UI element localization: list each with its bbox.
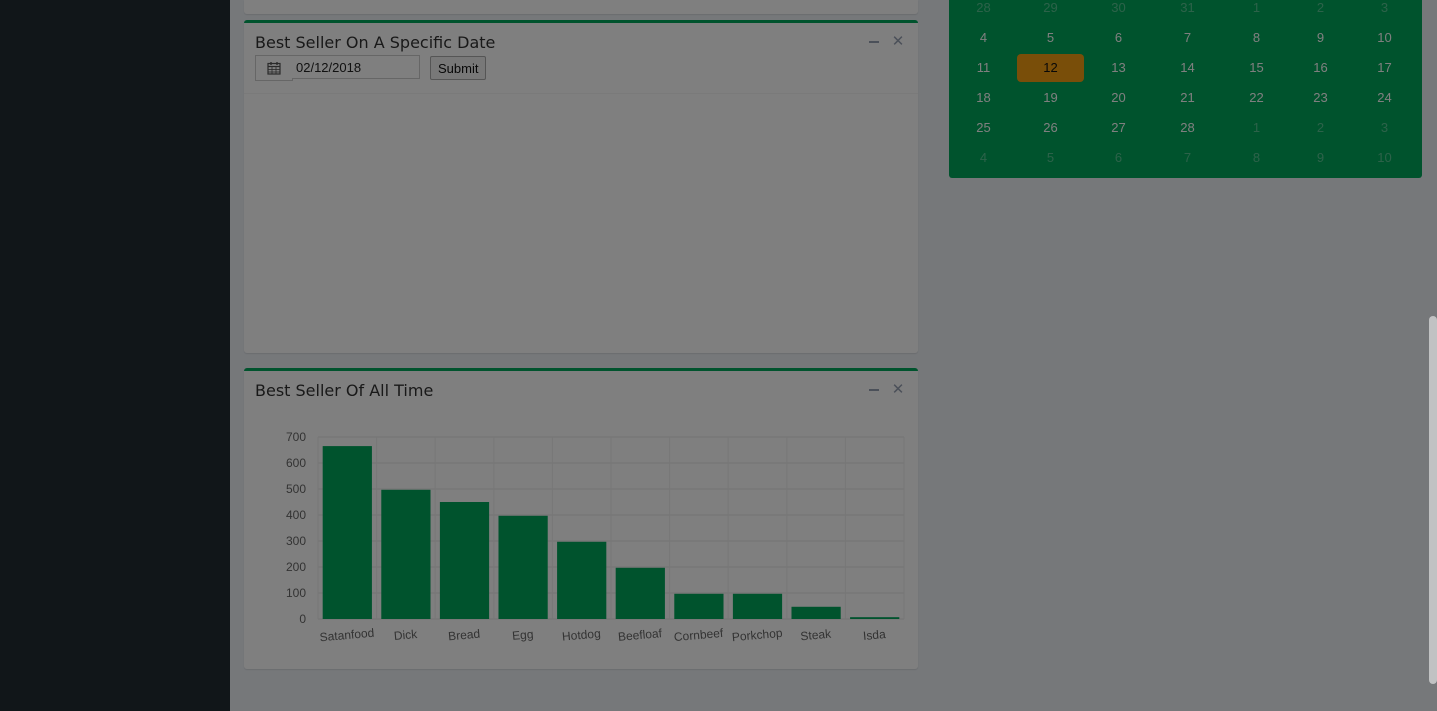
calendar-day[interactable]: 20 [1085, 84, 1152, 112]
bar [439, 502, 490, 619]
calendar-widget: 28 29 30 31 1 2 3 4 5 6 7 8 9 10 11 12 13 14 15 16 17 18 19 20 2… [949, 0, 1422, 178]
x-tick-label: Dick [393, 627, 418, 643]
y-tick-label: 200 [286, 560, 306, 574]
calendar-day[interactable]: 3 [1351, 0, 1418, 22]
x-tick-label: Isda [862, 627, 886, 643]
calendar-day[interactable]: 2 [1287, 0, 1354, 22]
divider [244, 93, 918, 94]
date-input[interactable] [292, 55, 420, 79]
bar [498, 515, 548, 619]
top-box-edge [244, 0, 918, 14]
calendar-icon[interactable] [255, 55, 293, 81]
x-tick-label: Egg [512, 627, 534, 643]
scrollbar-thumb[interactable] [1429, 316, 1437, 684]
calendar-day[interactable]: 23 [1287, 84, 1354, 112]
y-tick-label: 0 [299, 612, 306, 626]
bar [791, 606, 841, 619]
bar [732, 593, 783, 619]
calendar-day[interactable]: 26 [1017, 114, 1084, 142]
x-tick-label: Cornbeef [673, 626, 724, 644]
y-tick-label: 300 [286, 534, 306, 548]
calendar-day[interactable]: 19 [1017, 84, 1084, 112]
bar [322, 446, 372, 619]
calendar-day[interactable]: 10 [1351, 144, 1418, 172]
calendar-day[interactable]: 27 [1085, 114, 1152, 142]
calendar-day[interactable]: 1 [1223, 114, 1290, 142]
sidebar [0, 0, 230, 711]
calendar-day[interactable]: 11 [950, 54, 1017, 82]
calendar-day[interactable]: 3 [1351, 114, 1418, 142]
calendar-day[interactable]: 13 [1085, 54, 1152, 82]
bar [674, 593, 724, 619]
minus-icon[interactable] [866, 32, 882, 52]
calendar-day[interactable]: 22 [1223, 84, 1290, 112]
close-icon[interactable]: ✕ [890, 380, 906, 400]
close-icon[interactable]: ✕ [890, 32, 906, 52]
minus-icon[interactable] [866, 380, 882, 400]
x-tick-label: Satanfood [319, 626, 375, 645]
scrollbar[interactable] [1429, 0, 1437, 711]
y-tick-label: 400 [286, 508, 306, 522]
calendar-day[interactable]: 2 [1287, 114, 1354, 142]
calendar-day[interactable]: 14 [1154, 54, 1221, 82]
bar [557, 541, 607, 619]
calendar-day[interactable]: 31 [1154, 0, 1221, 22]
calendar-day[interactable]: 1 [1223, 0, 1290, 22]
y-tick-label: 100 [286, 586, 306, 600]
x-tick-label: Bread [448, 627, 481, 644]
calendar-day[interactable]: 16 [1287, 54, 1354, 82]
submit-button[interactable]: Submit [430, 56, 487, 80]
calendar-day[interactable]: 7 [1154, 144, 1221, 172]
calendar-day[interactable]: 5 [1017, 144, 1084, 172]
bar [381, 489, 431, 619]
calendar-day[interactable]: 12 [1017, 54, 1084, 82]
y-tick-label: 700 [286, 430, 306, 444]
calendar-day[interactable]: 24 [1351, 84, 1418, 112]
calendar-day[interactable]: 8 [1223, 144, 1290, 172]
calendar-day[interactable]: 6 [1085, 24, 1152, 52]
y-tick-label: 600 [286, 456, 306, 470]
x-tick-label: Hotdog [561, 626, 601, 643]
calendar-day[interactable]: 9 [1287, 144, 1354, 172]
x-tick-label: Porkchop [731, 626, 783, 644]
calendar-day[interactable]: 4 [950, 144, 1017, 172]
calendar-day[interactable]: 21 [1154, 84, 1221, 112]
calendar-day[interactable]: 15 [1223, 54, 1290, 82]
calendar-day[interactable]: 7 [1154, 24, 1221, 52]
best-seller-all-time-box: Best Seller Of All Time ✕ 0 100 200 300 400 5… [244, 368, 918, 669]
calendar-day[interactable]: 8 [1223, 24, 1290, 52]
calendar-day[interactable]: 9 [1287, 24, 1354, 52]
bar-chart: 0 100 200 300 400 500 600 700 Satanfood Dick Bread… [286, 430, 905, 645]
bar [615, 567, 665, 619]
calendar-day[interactable]: 6 [1085, 144, 1152, 172]
x-tick-label: Beefloaf [617, 626, 663, 644]
calendar-day[interactable]: 18 [950, 84, 1017, 112]
calendar-day[interactable]: 28 [1154, 114, 1221, 142]
calendar-day[interactable]: 5 [1017, 24, 1084, 52]
y-tick-label: 500 [286, 482, 306, 496]
calendar-day[interactable]: 10 [1351, 24, 1418, 52]
calendar-day[interactable]: 25 [950, 114, 1017, 142]
box-title: Best Seller Of All Time [255, 381, 434, 400]
calendar-day[interactable]: 29 [1017, 0, 1084, 22]
bar [850, 617, 900, 619]
calendar-day[interactable]: 30 [1085, 0, 1152, 22]
calendar-day[interactable]: 17 [1351, 54, 1418, 82]
x-tick-label: Steak [800, 627, 833, 644]
calendar-day[interactable]: 28 [950, 0, 1017, 22]
best-seller-date-box: Best Seller On A Specific Date ✕ Submit [244, 20, 918, 353]
box-title: Best Seller On A Specific Date [255, 33, 496, 52]
calendar-day[interactable]: 4 [950, 24, 1017, 52]
